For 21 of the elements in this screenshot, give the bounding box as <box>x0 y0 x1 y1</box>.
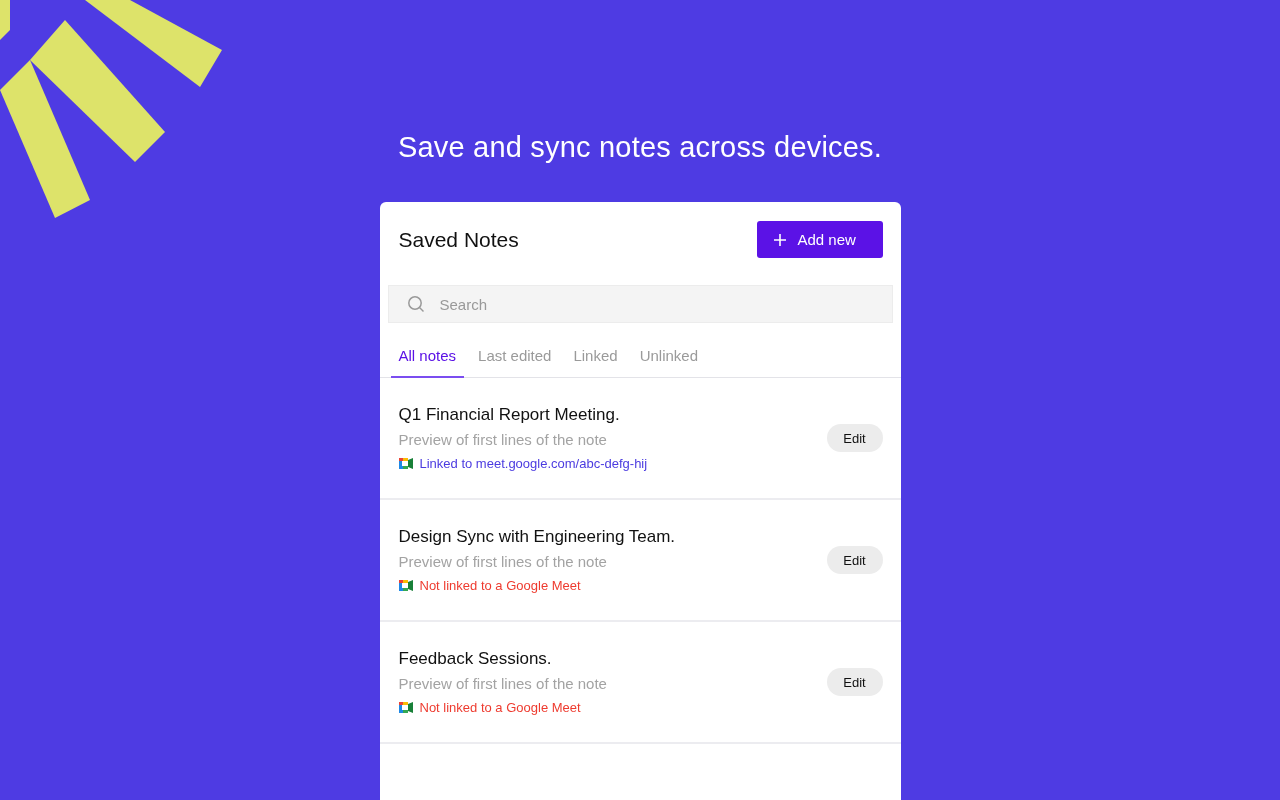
headline: Save and sync notes across devices. <box>397 131 883 164</box>
meet-link-status: Linked to meet.google.com/abc-defg-hij <box>419 456 648 471</box>
plus-icon <box>772 232 787 247</box>
video-camera-icon <box>398 702 413 713</box>
video-camera-icon <box>398 458 413 469</box>
note-preview: Preview of first lines of the note <box>398 675 607 692</box>
note-title: Design Sync with Engineering Team. <box>398 527 676 547</box>
edit-button[interactable]: Edit <box>826 424 883 452</box>
add-new-button[interactable]: Add new <box>756 221 883 258</box>
filter-tab[interactable]: All notes <box>390 339 465 378</box>
edit-button[interactable]: Edit <box>826 546 883 574</box>
meet-link-status: Not linked to a Google Meet <box>419 700 581 715</box>
edit-button[interactable]: Edit <box>826 668 883 696</box>
meet-link-status: Not linked to a Google Meet <box>419 578 581 593</box>
note-preview: Preview of first lines of the note <box>398 431 608 448</box>
search-field[interactable]: Search <box>387 285 893 323</box>
video-camera-icon <box>398 580 413 591</box>
note-title: Feedback Sessions. <box>398 649 553 669</box>
panel-title: Saved Notes <box>398 227 519 252</box>
note-preview: Preview of first lines of the note <box>398 553 608 570</box>
note-title: Q1 Financial Report Meeting. <box>398 405 621 425</box>
